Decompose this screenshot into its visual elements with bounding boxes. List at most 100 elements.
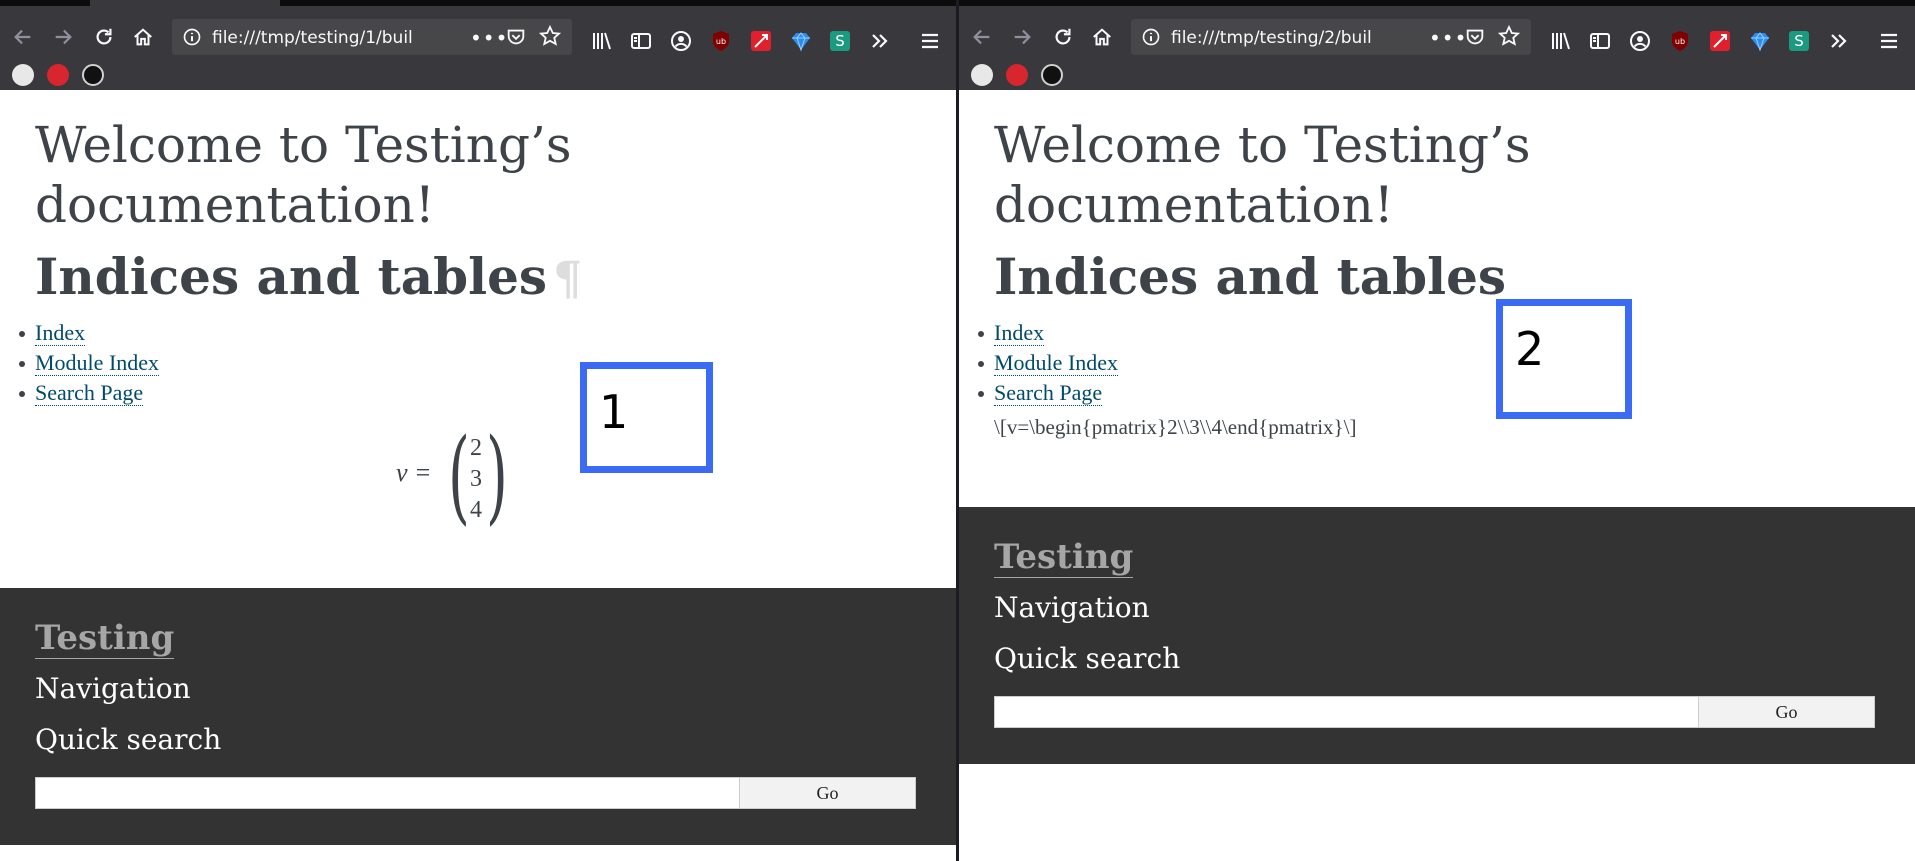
right-paren: ) bbox=[486, 417, 508, 536]
forward-icon bbox=[55, 29, 72, 45]
account-icon[interactable] bbox=[1627, 28, 1653, 54]
list-item: Search Page bbox=[977, 378, 1118, 408]
unrendered-math-source: \[v=\begin{pmatrix}2\\3\\4\end{pmatrix}\… bbox=[994, 415, 1357, 439]
forward-button[interactable] bbox=[46, 22, 80, 52]
star-icon[interactable] bbox=[538, 24, 562, 48]
s-icon[interactable]: S bbox=[1786, 28, 1812, 54]
url-bar[interactable]: file:///tmp/testing/2/build/i ••• bbox=[1131, 19, 1531, 55]
overflow-icon[interactable] bbox=[1826, 28, 1852, 54]
back-icon bbox=[14, 29, 31, 45]
extension-icon[interactable] bbox=[1707, 28, 1733, 54]
page-title: Welcome to Testing’s documentation! bbox=[35, 116, 572, 234]
svg-text:ub: ub bbox=[1675, 37, 1685, 46]
module-index-link[interactable]: Module Index bbox=[994, 350, 1119, 376]
sidebar: Testing Navigation Quick search Go bbox=[0, 588, 956, 845]
page-actions-icon[interactable]: ••• bbox=[1429, 26, 1467, 50]
vector-entry: 2 bbox=[470, 435, 482, 461]
math-lhs: v = bbox=[396, 458, 432, 487]
annotation-label: 1 bbox=[599, 385, 629, 439]
list-item: Search Page bbox=[18, 378, 159, 408]
back-button[interactable] bbox=[6, 22, 40, 52]
page-actions-icon[interactable]: ••• bbox=[470, 26, 508, 50]
section-heading-text: Indices and tables bbox=[35, 247, 548, 306]
github-icon[interactable] bbox=[1041, 64, 1063, 86]
sidebar: Testing Navigation Quick search Go bbox=[959, 507, 1915, 764]
page-title: Welcome to Testing’s documentation! bbox=[994, 116, 1531, 234]
reload-button[interactable] bbox=[1046, 22, 1080, 52]
sidebar-title-link[interactable]: Testing bbox=[35, 618, 175, 659]
github-icon[interactable] bbox=[82, 64, 104, 86]
index-links: Index Module Index Search Page bbox=[18, 318, 160, 408]
annotation-box-1: 1 bbox=[580, 362, 713, 473]
bookmark-power-icon[interactable] bbox=[47, 64, 69, 86]
bookmarks-toolbar bbox=[959, 60, 1915, 90]
library-icon[interactable] bbox=[589, 28, 615, 54]
index-links: Index Module Index Search Page bbox=[977, 318, 1119, 408]
go-button[interactable]: Go bbox=[1698, 696, 1875, 728]
svg-text:ub: ub bbox=[716, 37, 726, 46]
annotation-box-2: 2 bbox=[1496, 299, 1632, 419]
index-link[interactable]: Index bbox=[994, 320, 1045, 346]
reload-button[interactable] bbox=[87, 22, 121, 52]
vector-entry: 4 bbox=[470, 497, 482, 523]
star-icon[interactable] bbox=[1497, 24, 1521, 48]
gem-icon[interactable] bbox=[788, 28, 814, 54]
list-item: Module Index bbox=[18, 348, 160, 378]
list-item: Index bbox=[18, 318, 159, 348]
menu-icon[interactable] bbox=[1876, 28, 1902, 54]
vector-entries: 2 3 4 bbox=[466, 433, 486, 526]
extension-icon[interactable] bbox=[748, 28, 774, 54]
url-text[interactable]: file:///tmp/testing/2/build/i bbox=[1171, 28, 1371, 48]
url-bar[interactable]: file:///tmp/testing/1/build/i ••• bbox=[172, 19, 572, 55]
section-heading: Indices and tables bbox=[994, 247, 1507, 306]
s-icon[interactable]: S bbox=[827, 28, 853, 54]
url-text[interactable]: file:///tmp/testing/1/build/i bbox=[212, 28, 412, 48]
menu-icon[interactable] bbox=[917, 28, 943, 54]
forward-icon bbox=[1014, 29, 1031, 45]
pocket-icon[interactable] bbox=[1464, 26, 1486, 48]
navigation-heading: Navigation bbox=[35, 672, 191, 705]
account-icon[interactable] bbox=[668, 28, 694, 54]
annotation-label: 2 bbox=[1515, 322, 1545, 376]
sidebar-icon[interactable] bbox=[628, 28, 654, 54]
reload-icon bbox=[1055, 28, 1071, 45]
module-index-link[interactable]: Module Index bbox=[35, 350, 160, 376]
bookmark-power-icon[interactable] bbox=[1006, 64, 1028, 86]
overflow-icon[interactable] bbox=[867, 28, 893, 54]
list-item: Module Index bbox=[977, 348, 1119, 378]
info-icon[interactable] bbox=[182, 27, 202, 47]
back-button[interactable] bbox=[965, 22, 999, 52]
back-icon bbox=[973, 29, 990, 45]
gem-icon[interactable] bbox=[1747, 28, 1773, 54]
bookmarks-toolbar bbox=[0, 60, 956, 90]
home-button[interactable] bbox=[1085, 22, 1119, 52]
info-icon[interactable] bbox=[1141, 27, 1161, 47]
forward-button[interactable] bbox=[1005, 22, 1039, 52]
home-button[interactable] bbox=[126, 22, 160, 52]
pocket-icon[interactable] bbox=[505, 26, 527, 48]
vector-entry: 3 bbox=[470, 466, 482, 492]
ublock-icon[interactable]: ub bbox=[1667, 28, 1693, 54]
quick-search-heading: Quick search bbox=[35, 723, 222, 756]
search-page-link[interactable]: Search Page bbox=[994, 380, 1103, 406]
ublock-icon[interactable]: ub bbox=[708, 28, 734, 54]
sidebar-icon[interactable] bbox=[1587, 28, 1613, 54]
library-icon[interactable] bbox=[1548, 28, 1574, 54]
go-button[interactable]: Go bbox=[739, 777, 916, 809]
home-icon bbox=[1093, 28, 1111, 46]
bookmark-lambda-icon[interactable] bbox=[12, 64, 34, 86]
browser-window-1: file:///tmp/testing/1/build/i ••• ub S W… bbox=[0, 0, 956, 861]
browser-window-2: file:///tmp/testing/2/build/i ••• ub S W… bbox=[959, 0, 1915, 861]
bookmark-lambda-icon[interactable] bbox=[971, 64, 993, 86]
quick-search-heading: Quick search bbox=[994, 642, 1181, 675]
search-input[interactable] bbox=[994, 696, 1699, 728]
section-heading: Indices and tables ¶ bbox=[35, 247, 582, 308]
headerlink-pilcrow[interactable]: ¶ bbox=[553, 251, 582, 305]
sidebar-title-link[interactable]: Testing bbox=[994, 537, 1134, 578]
index-link[interactable]: Index bbox=[35, 320, 86, 346]
home-icon bbox=[134, 28, 152, 46]
search-input[interactable] bbox=[35, 777, 740, 809]
search-page-link[interactable]: Search Page bbox=[35, 380, 144, 406]
list-item: Index bbox=[977, 318, 1118, 348]
navigation-heading: Navigation bbox=[994, 591, 1150, 624]
